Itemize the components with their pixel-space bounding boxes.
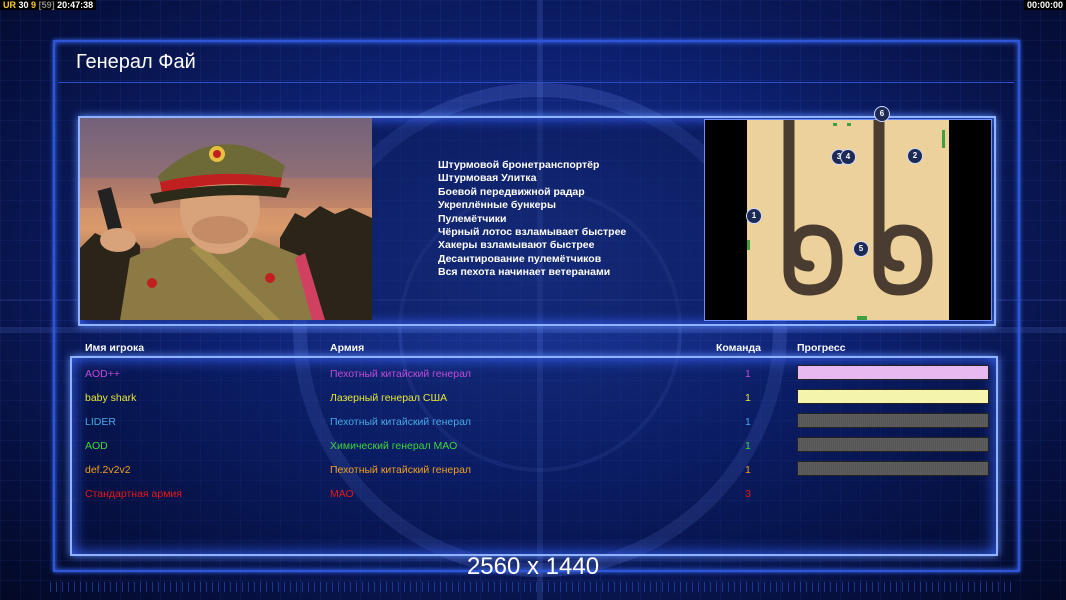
player-name: def.2v2v2 [85,464,131,476]
header-team: Команда [716,342,761,354]
progress-bar [797,365,989,380]
player-team: 1 [745,440,751,452]
player-row: Стандартная армия МАО 3 [0,488,1066,512]
player-team: 1 [745,368,751,380]
header-progress: Прогресс [797,342,846,354]
bottom-ruler [50,582,1016,592]
hud-top-left: UR 30 9 [59] 20:47:38 [0,0,97,10]
progress-bar [797,389,989,404]
feature-item: Штурмовая Улитка [438,172,537,185]
hud-ur-label: UR [3,0,16,10]
hud-timer: 00:00:00 [1023,0,1066,10]
progress-bar [797,437,989,452]
progress-bar [797,413,989,428]
player-name: AOD [85,440,108,452]
player-name: baby shark [85,392,137,404]
map-start-marker: 6 [874,106,890,122]
resolution-label: 2560 x 1440 [466,553,600,580]
map-start-marker: 4 [840,149,856,165]
feature-item: Боевой передвижной радар [438,185,585,198]
player-army: Лазерный генерал США [330,392,448,404]
player-army: Пехотный китайский генерал [330,416,472,428]
title-divider [58,82,1014,83]
player-army: Пехотный китайский генерал [330,368,472,380]
player-army: МАО [330,488,354,500]
player-team: 1 [745,392,751,404]
feature-item: Вся пехота начинает ветеранами [438,266,611,279]
progress-fill [798,366,988,379]
map-start-marker: 5 [853,241,869,257]
feature-item: Чёрный лотос взламывает быстрее [438,226,627,239]
general-title: Генерал Фай [76,51,196,73]
general-portrait [80,118,372,320]
map-start-marker: 2 [907,148,923,164]
progress-fill [798,390,988,403]
map-start-marker: 1 [746,208,762,224]
player-army: Химический генерал МАО [330,440,458,452]
player-row: def.2v2v2 Пехотный китайский генерал 1 [0,461,1066,488]
feature-item: Пулемётчики [438,212,507,225]
general-features-list: Штурмовой бронетранспортёр Штурмовая Ули… [438,159,626,280]
player-team: 1 [745,464,751,476]
hud-clock: 20:47:38 [57,0,94,10]
feature-item: Штурмовой бронетранспортёр [438,159,600,171]
player-name: LIDER [85,416,116,428]
minimap: 6 3 4 2 1 5 [704,106,992,321]
header-player-name: Имя игрока [85,342,145,354]
hud-bracket: [59] [38,0,55,10]
progress-bar [797,461,989,476]
hud-num1: 30 [18,0,29,10]
player-team: 1 [745,416,751,428]
hud-num2: 9 [31,0,37,10]
header-army: Армия [330,342,365,354]
player-army: Пехотный китайский генерал [330,464,472,476]
feature-item: Десантирование пулемётчиков [438,252,602,265]
feature-item: Хакеры взламывают быстрее [438,239,595,252]
player-name: AOD++ [85,368,121,380]
feature-item: Укреплённые бункеры [438,199,556,212]
player-name: Стандартная армия [85,488,182,500]
player-team: 3 [745,488,751,500]
